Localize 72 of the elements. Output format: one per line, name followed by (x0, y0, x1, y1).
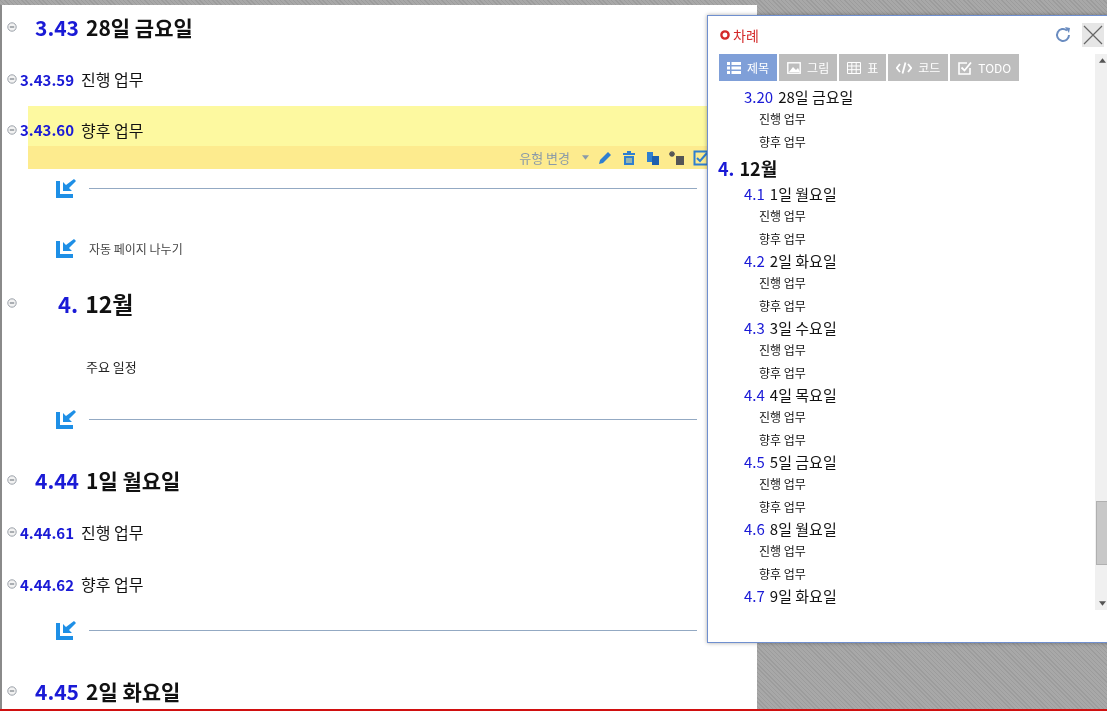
pencil-icon[interactable] (597, 149, 613, 166)
insert-block-icon[interactable] (55, 619, 77, 641)
paragraph-text: 주요 일정 (86, 356, 137, 376)
checkbox-icon (958, 60, 973, 75)
collapse-icon[interactable] (7, 74, 17, 84)
heading-number: 4. (58, 287, 79, 319)
heading-title: 진행 업무 (81, 520, 144, 544)
heading-number: 4.45 (35, 676, 79, 706)
toc-entry[interactable]: 4.2 2일 화요일 (708, 250, 1095, 272)
insert-block-icon[interactable] (55, 408, 77, 430)
toc-entry[interactable]: 향후 업무 (708, 361, 1095, 384)
toc-entry[interactable]: 4.7 9일 화요일 (708, 585, 1095, 607)
heading-number: 3.43.60 (20, 119, 74, 140)
heading-number: 3.43.59 (20, 68, 74, 90)
toc-entry[interactable]: 향후 업무 (708, 130, 1095, 153)
scroll-down-icon[interactable] (1099, 601, 1106, 606)
heading-number: 4.44.61 (20, 521, 74, 543)
heading-title: 28일 금요일 (86, 12, 193, 42)
page-break-label: 자동 페이지 나누기 (89, 239, 183, 257)
scroll-up-icon[interactable] (1099, 58, 1106, 63)
scroll-thumb[interactable] (1096, 501, 1107, 565)
toc-entry[interactable]: 4.1 1일 월요일 (708, 183, 1095, 205)
collapse-icon[interactable] (7, 298, 17, 308)
heading-number: 4.44.62 (20, 573, 74, 595)
collapse-icon[interactable] (7, 475, 17, 485)
toc-entry[interactable]: 향후 업무 (708, 294, 1095, 317)
list-icon (727, 61, 741, 74)
toc-entry[interactable]: 향후 업무 (708, 495, 1095, 518)
heading-title: 향후 업무 (81, 572, 144, 596)
toc-entry[interactable]: 진행 업무 (708, 108, 1095, 131)
collapse-icon[interactable] (7, 124, 17, 135)
collapse-icon[interactable] (7, 579, 17, 589)
toc-entry[interactable]: 향후 업무 (708, 227, 1095, 250)
heading-title: 1일 월요일 (86, 465, 181, 495)
toc-entry[interactable]: 4.3 3일 수요일 (708, 317, 1095, 339)
toc-entry[interactable]: 향후 업무 (708, 562, 1095, 585)
caret-icon[interactable] (582, 155, 589, 160)
code-icon (896, 61, 913, 74)
toc-entry[interactable]: 4.4 4일 목요일 (708, 384, 1095, 406)
toc-entry[interactable]: 진행 업무 (708, 473, 1095, 496)
image-icon (787, 61, 802, 74)
heading-title: 향후 업무 (81, 117, 144, 142)
collapse-icon[interactable] (7, 686, 17, 696)
toc-entry[interactable]: 4. 12월 (708, 153, 1095, 183)
toc-entry[interactable]: 진행 업무 (708, 540, 1095, 563)
toc-entry[interactable]: 3.20 28일 금요일 (708, 86, 1095, 108)
ring-icon (720, 30, 730, 40)
collapse-icon[interactable] (7, 22, 17, 32)
toc-entry[interactable]: 4.6 8일 월요일 (708, 518, 1095, 540)
toc-entry[interactable]: 4.5 5일 금요일 (708, 451, 1095, 473)
heading-title: 12월 (85, 286, 134, 320)
toc-entry[interactable]: 진행 업무 (708, 272, 1095, 295)
toc-entry[interactable]: 진행 업무 (708, 406, 1095, 429)
toc-entry[interactable]: 진행 업무 (708, 339, 1095, 362)
toc-entry[interactable]: 진행 업무 (708, 205, 1095, 228)
copy-icon[interactable] (645, 149, 661, 166)
toc-entry[interactable]: 향후 업무 (708, 428, 1095, 451)
table-icon (847, 61, 862, 74)
panel-title: 차례 (733, 25, 759, 45)
heading-title: 진행 업무 (81, 67, 144, 91)
scrollbar[interactable] (1095, 54, 1107, 610)
collapse-icon[interactable] (7, 527, 17, 537)
heading-number: 4.44 (35, 465, 79, 495)
trash-icon[interactable] (621, 149, 637, 166)
checkbox-icon[interactable] (693, 149, 709, 166)
insert-block-icon[interactable] (55, 177, 77, 199)
paste-icon[interactable] (669, 149, 685, 166)
heading-number: 3.43 (35, 12, 79, 42)
insert-block-icon[interactable] (55, 237, 77, 259)
refresh-icon[interactable] (1053, 25, 1073, 45)
close-button[interactable] (1082, 23, 1104, 47)
heading-title: 2일 화요일 (86, 676, 181, 706)
